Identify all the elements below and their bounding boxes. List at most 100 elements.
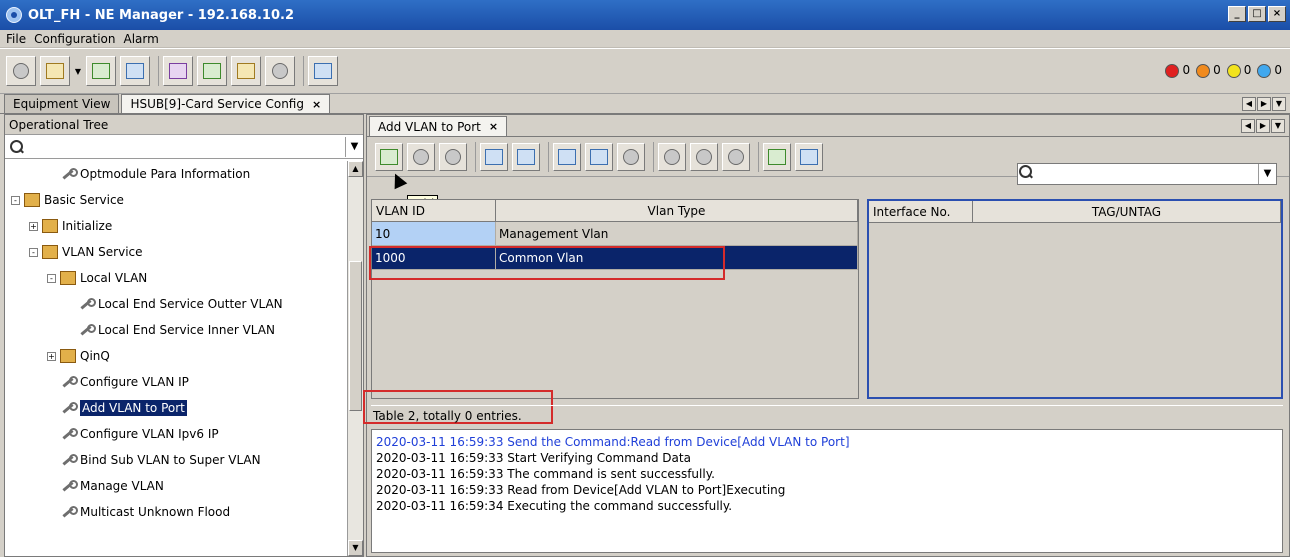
tree-item[interactable]: Local End Service Inner VLAN [5, 317, 349, 343]
tree-item[interactable]: Bind Sub VLAN to Super VLAN [5, 447, 349, 473]
modify-button[interactable] [439, 142, 467, 171]
table-search-dropdown-icon[interactable]: ▼ [1258, 164, 1276, 184]
orange-alarm-dot-icon [1196, 63, 1211, 78]
config-button[interactable] [40, 56, 70, 86]
select-all-button[interactable] [480, 142, 508, 171]
write-to-device-button[interactable] [585, 142, 613, 171]
tree-item[interactable]: Add VLAN to Port [5, 395, 349, 421]
collapse-icon[interactable]: - [47, 273, 56, 283]
tree-item[interactable]: - Basic Service [5, 187, 349, 213]
add-button[interactable] [375, 142, 403, 171]
wrench-icon [78, 297, 96, 311]
tree-item[interactable]: + Initialize [5, 213, 349, 239]
collapse-icon[interactable]: - [11, 195, 20, 205]
column-header-interface-no[interactable]: Interface No. [869, 201, 973, 222]
tree-item[interactable]: Configure VLAN IP [5, 369, 349, 395]
subtab-scroll-right-icon[interactable]: ▶ [1256, 119, 1270, 133]
table-search-input[interactable] [1025, 165, 1258, 183]
clock-icon [92, 63, 110, 79]
edit-icon [169, 63, 187, 79]
save-button[interactable] [197, 56, 227, 86]
wrench-icon [78, 323, 96, 337]
tree-item[interactable]: Configure VLAN Ipv6 IP [5, 421, 349, 447]
tab-card-service-config[interactable]: HSUB[9]-Card Service Config × [121, 94, 331, 113]
cell-vlan-type: Management Vlan [496, 222, 858, 245]
expand-icon[interactable]: + [47, 351, 56, 361]
close-button[interactable]: × [1268, 6, 1286, 22]
tree-item[interactable]: Manage VLAN [5, 473, 349, 499]
tab-scroll-right-icon[interactable]: ▶ [1257, 97, 1271, 111]
tree-search-input[interactable] [29, 136, 345, 157]
tree-item[interactable]: Multicast Unknown Flood [5, 499, 349, 525]
compare-icon [623, 148, 639, 165]
scroll-up-icon[interactable]: ▲ [348, 161, 363, 177]
tree-item[interactable]: - VLAN Service [5, 239, 349, 265]
service-config-panel: Add VLAN to Port × ◀ ▶ ▼ ▼ VLAN ID Vlan … [363, 114, 1290, 557]
tree-item[interactable]: Local End Service Outter VLAN [5, 291, 349, 317]
tree-item[interactable]: + QinQ [5, 343, 349, 369]
wrench-icon [60, 401, 78, 415]
column-header-tag-untag[interactable]: TAG/UNTAG [973, 201, 1281, 222]
app-logo-icon [6, 7, 22, 23]
tab-close-icon[interactable]: × [312, 98, 321, 111]
subtab-scroll-left-icon[interactable]: ◀ [1241, 119, 1255, 133]
menu-configuration[interactable]: Configuration [34, 32, 115, 46]
config-dropdown-arrow[interactable]: ▼ [74, 56, 82, 86]
edit-button[interactable] [163, 56, 193, 86]
orange-alarm-indicator[interactable]: 0 [1196, 63, 1221, 78]
scroll-down-icon[interactable]: ▼ [348, 540, 363, 556]
tab-add-vlan-to-port[interactable]: Add VLAN to Port × [369, 116, 508, 136]
red-alarm-indicator[interactable]: 0 [1165, 63, 1190, 78]
column-header-vlan-id[interactable]: VLAN ID [372, 200, 496, 221]
delete-button[interactable] [407, 142, 435, 171]
tree-scrollbar[interactable]: ▲ ▼ [347, 161, 363, 556]
add-row-button[interactable] [763, 142, 791, 171]
import-button[interactable] [512, 142, 540, 171]
main-toolbar: ▼ 0 0 0 0 [0, 48, 1290, 94]
minimize-button[interactable]: _ [1228, 6, 1246, 22]
time-sync-button[interactable] [86, 56, 116, 86]
refresh-button[interactable] [6, 56, 36, 86]
delete-config-button[interactable] [265, 56, 295, 86]
menu-alarm[interactable]: Alarm [123, 32, 158, 46]
tree-item[interactable]: - Local VLAN [5, 265, 349, 291]
toolbar-separator [158, 56, 159, 86]
tab-scroll-left-icon[interactable]: ◀ [1242, 97, 1256, 111]
blue-alarm-indicator[interactable]: 0 [1257, 63, 1282, 78]
column-header-vlan-type[interactable]: Vlan Type [496, 200, 858, 221]
tab-equipment-view[interactable]: Equipment View [4, 94, 120, 113]
subtab-close-icon[interactable]: × [489, 120, 498, 133]
maximize-button[interactable]: □ [1248, 6, 1266, 22]
info-button[interactable] [308, 56, 338, 86]
tree-item-label: Optmodule Para Information [80, 167, 251, 181]
menu-file[interactable]: File [6, 32, 26, 46]
wrench-icon [60, 479, 78, 493]
scroll-thumb[interactable] [349, 261, 362, 411]
filter-button[interactable] [658, 142, 686, 171]
tree-item-label: Configure VLAN Ipv6 IP [80, 427, 219, 441]
add-row-icon [768, 148, 786, 165]
subtab-list-dropdown-icon[interactable]: ▼ [1271, 119, 1285, 133]
expand-icon[interactable]: + [29, 221, 38, 231]
tree-item-label: Bind Sub VLAN to Super VLAN [80, 453, 261, 467]
tree-item[interactable]: Optmodule Para Information [5, 161, 349, 187]
tab-list-dropdown-icon[interactable]: ▼ [1272, 97, 1286, 111]
yellow-alarm-indicator[interactable]: 0 [1226, 63, 1251, 78]
cell-vlan-id: 10 [372, 222, 496, 245]
read-from-device-button[interactable] [553, 142, 581, 171]
move-up-button[interactable] [690, 142, 718, 171]
search-dropdown-icon[interactable]: ▼ [345, 136, 363, 157]
log-line: 2020-03-11 16:59:33 Send the Command:Rea… [376, 435, 850, 449]
toolbar-separator [548, 141, 549, 172]
upload-button[interactable] [231, 56, 261, 86]
upload-icon [237, 63, 255, 79]
table-view-button[interactable] [795, 142, 823, 171]
table-view-icon [800, 148, 818, 165]
table-row[interactable]: 10 Management Vlan [372, 222, 858, 246]
collapse-icon[interactable]: - [29, 247, 38, 257]
console-button[interactable] [120, 56, 150, 86]
refresh-icon [13, 63, 29, 79]
compare-button[interactable] [617, 142, 645, 171]
operational-tree: Optmodule Para Information - Basic Service… [5, 161, 349, 556]
move-down-button[interactable] [722, 142, 750, 171]
